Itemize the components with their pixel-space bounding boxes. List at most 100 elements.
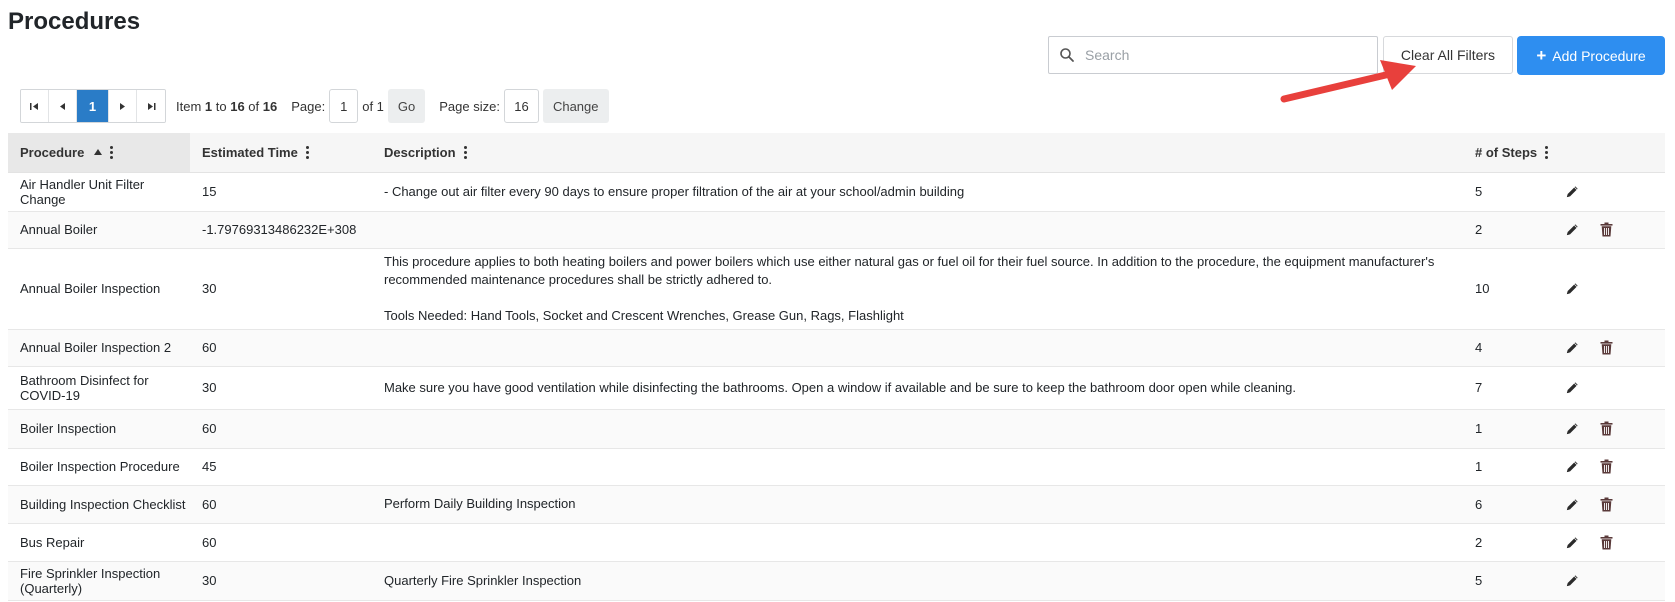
cell-description: - Change out air filter every 90 days to… (372, 172, 1463, 212)
cell-estimated-time: 30 (190, 561, 372, 601)
prev-page-icon (60, 102, 65, 110)
cell-description: Quarterly Fire Sprinkler Inspection (372, 561, 1463, 601)
cell-procedure: Bathroom Disinfect for COVID-19 (8, 366, 190, 410)
column-menu-icon[interactable] (305, 145, 309, 159)
column-menu-icon[interactable] (110, 145, 114, 159)
edit-pencil-icon[interactable] (1563, 495, 1581, 513)
cell-description: Make sure you have good ventilation whil… (372, 366, 1463, 410)
table-header-row: Procedure Estimated Time Description # o… (8, 133, 1665, 173)
cell-estimated-time: -1.79769313486232E+308 (190, 211, 372, 249)
delete-trash-icon[interactable] (1597, 339, 1615, 357)
edit-pencil-icon[interactable] (1563, 533, 1581, 551)
column-menu-icon[interactable] (463, 145, 467, 159)
go-button[interactable]: Go (387, 89, 426, 123)
edit-pencil-icon[interactable] (1563, 572, 1581, 590)
page-size-input[interactable]: 16 (503, 89, 539, 123)
cell-actions (1553, 523, 1665, 562)
cell-actions (1553, 485, 1665, 524)
edit-pencil-icon[interactable] (1563, 379, 1581, 397)
cell-description (372, 211, 1463, 249)
first-page-icon (30, 102, 38, 110)
edit-pencil-icon[interactable] (1563, 183, 1581, 201)
edit-pencil-icon[interactable] (1563, 280, 1581, 298)
cell-steps: 10 (1463, 248, 1553, 330)
cell-procedure: Air Handler Unit Filter Change (8, 172, 190, 212)
edit-pencil-icon[interactable] (1563, 458, 1581, 476)
item-of-label: of (244, 98, 263, 114)
column-label-estimated-time: Estimated Time (202, 144, 298, 160)
column-label-steps: # of Steps (1475, 144, 1538, 160)
cell-steps: 5 (1463, 172, 1553, 212)
cell-steps: 5 (1463, 561, 1553, 601)
description-line (384, 289, 1463, 307)
cell-procedure: Annual Boiler Inspection 2 (8, 329, 190, 367)
page-nav-group: 1 (20, 89, 166, 123)
pager: 1 Item 1 to 16 of 16 Page: 1 of 1 Go Pag… (20, 89, 609, 123)
table-row[interactable]: Boiler Inspection Procedure 45 1 (8, 448, 1665, 486)
cell-procedure: Fire Sprinkler Inspection (Quarterly) (8, 561, 190, 601)
page-size-label: Page size: (439, 98, 500, 114)
page-label: Page: (291, 98, 326, 114)
column-header-estimated-time[interactable]: Estimated Time (190, 133, 372, 173)
add-procedure-label: Add Procedure (1552, 47, 1646, 64)
cell-actions (1553, 248, 1665, 330)
description-line: Quarterly Fire Sprinkler Inspection (384, 572, 582, 588)
table-row[interactable]: Bathroom Disinfect for COVID-19 30 Make su… (8, 366, 1665, 410)
annotation-arrow (1280, 60, 1416, 103)
edit-pencil-icon[interactable] (1563, 339, 1581, 357)
add-procedure-button[interactable]: + Add Procedure (1517, 36, 1665, 75)
plus-icon: + (1536, 46, 1547, 65)
table-row[interactable]: Building Inspection Checklist 60 Perform D… (8, 485, 1665, 524)
cell-actions (1553, 448, 1665, 486)
table-row[interactable]: Annual Boiler Inspection 30 This procedure… (8, 248, 1665, 330)
cell-steps: 1 (1463, 409, 1553, 449)
item-to-label: to (212, 98, 231, 114)
cell-actions (1553, 409, 1665, 449)
description-line: - Change out air filter every 90 days to… (384, 183, 965, 199)
table-row[interactable]: Fire Sprinkler Inspection (Quarterly) 30 Q… (8, 561, 1665, 601)
change-page-size-button[interactable]: Change (542, 89, 609, 123)
cell-actions (1553, 366, 1665, 410)
column-header-procedure[interactable]: Procedure (8, 133, 190, 173)
cell-procedure: Boiler Inspection Procedure (8, 448, 190, 486)
delete-trash-icon[interactable] (1597, 495, 1615, 513)
first-page-button[interactable] (21, 90, 49, 122)
column-header-steps[interactable]: # of Steps (1463, 133, 1553, 173)
item-total: 16 (262, 98, 278, 114)
cell-procedure: Boiler Inspection (8, 409, 190, 449)
last-page-icon (147, 102, 155, 110)
procedures-table: Procedure Estimated Time Description # o… (8, 133, 1665, 601)
next-page-icon (120, 102, 125, 110)
cell-description (372, 329, 1463, 367)
column-menu-icon[interactable] (1545, 145, 1549, 159)
current-page-button[interactable]: 1 (77, 90, 109, 122)
delete-trash-icon[interactable] (1597, 533, 1615, 551)
next-page-button[interactable] (109, 90, 137, 122)
cell-steps: 7 (1463, 366, 1553, 410)
item-range-info: Item 1 to 16 of 16 (176, 99, 277, 114)
delete-trash-icon[interactable] (1597, 221, 1615, 239)
page-of-text: of 1 (362, 98, 384, 114)
edit-pencil-icon[interactable] (1563, 221, 1581, 239)
description-line (384, 221, 1463, 239)
page-title: Procedures (8, 8, 141, 35)
table-row[interactable]: Bus Repair 60 2 (8, 523, 1665, 562)
description-line (384, 458, 1463, 476)
table-row[interactable]: Air Handler Unit Filter Change 15 - Change… (8, 172, 1665, 212)
cell-actions (1553, 329, 1665, 367)
cell-description (372, 523, 1463, 562)
table-row[interactable]: Annual Boiler -1.79769313486232E+308 2 (8, 211, 1665, 249)
delete-trash-icon[interactable] (1597, 458, 1615, 476)
table-row[interactable]: Annual Boiler Inspection 2 60 4 (8, 329, 1665, 367)
column-header-description[interactable]: Description (372, 133, 1463, 173)
cell-estimated-time: 60 (190, 409, 372, 449)
table-row[interactable]: Boiler Inspection 60 1 (8, 409, 1665, 449)
prev-page-button[interactable] (49, 90, 77, 122)
cell-procedure: Bus Repair (8, 523, 190, 562)
cell-actions (1553, 172, 1665, 212)
sort-ascending-icon[interactable] (94, 149, 103, 156)
edit-pencil-icon[interactable] (1563, 420, 1581, 438)
last-page-button[interactable] (137, 90, 165, 122)
delete-trash-icon[interactable] (1597, 420, 1615, 438)
page-number-input[interactable]: 1 (329, 89, 359, 123)
